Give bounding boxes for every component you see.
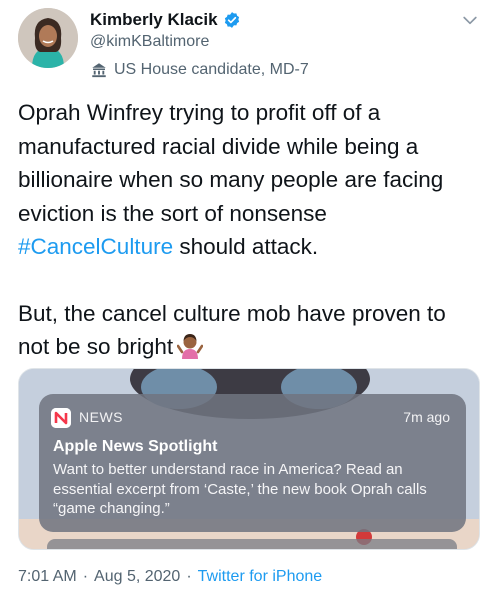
tweet-paragraph-2-text: But, the cancel culture mob have proven … (18, 300, 446, 360)
notification-card[interactable]: NEWS 7m ago Apple News Spotlight Want to… (39, 394, 466, 532)
display-name[interactable]: Kimberly Klacik (90, 10, 218, 30)
tweet-text-part1: Oprah Winfrey trying to profit off of a … (18, 100, 444, 226)
notification-time: 7m ago (403, 409, 450, 425)
notification-app-name: NEWS (79, 409, 123, 425)
user-handle[interactable]: @kimKBaltimore (90, 33, 209, 51)
notification-body: Want to better understand race in Americ… (53, 461, 427, 517)
apple-news-icon (51, 408, 71, 428)
notification-title: Apple News Spotlight (53, 438, 218, 455)
tweet-paragraph-1: Oprah Winfrey trying to profit off of a … (18, 96, 480, 264)
tweet-text-part2: should attack. (173, 234, 319, 259)
account-label: US House candidate, MD-7 (90, 61, 309, 79)
person-shrugging-emoji (177, 334, 204, 359)
name-row: Kimberly Klacik (90, 10, 241, 30)
avatar-image (18, 8, 78, 68)
meta-separator: · (186, 568, 192, 585)
chevron-down-icon[interactable] (460, 10, 480, 30)
tweet-paragraph-2: But, the cancel culture mob have proven … (18, 297, 480, 364)
avatar[interactable] (18, 8, 78, 68)
attached-image[interactable]: NEWS 7m ago Apple News Spotlight Want to… (18, 368, 480, 550)
tweet-meta: 7:01 AM · Aug 5, 2020 · Twitter for iPho… (18, 568, 322, 586)
tweet-header: Kimberly Klacik @kimKBaltimore US House … (18, 8, 480, 88)
tweet-text: Oprah Winfrey trying to profit off of a … (18, 96, 480, 364)
hashtag-link[interactable]: #CancelCulture (18, 234, 173, 259)
government-building-icon (92, 63, 106, 78)
apple-news-glyph (51, 408, 71, 428)
tweet-source[interactable]: Twitter for iPhone (198, 568, 323, 586)
tweet-date[interactable]: Aug 5, 2020 (94, 568, 180, 586)
verified-badge-icon (224, 12, 239, 28)
tweet-time[interactable]: 7:01 AM (18, 568, 77, 586)
stacked-notification (47, 539, 457, 549)
account-label-text: US House candidate, MD-7 (114, 61, 309, 78)
meta-separator: · (82, 568, 89, 585)
